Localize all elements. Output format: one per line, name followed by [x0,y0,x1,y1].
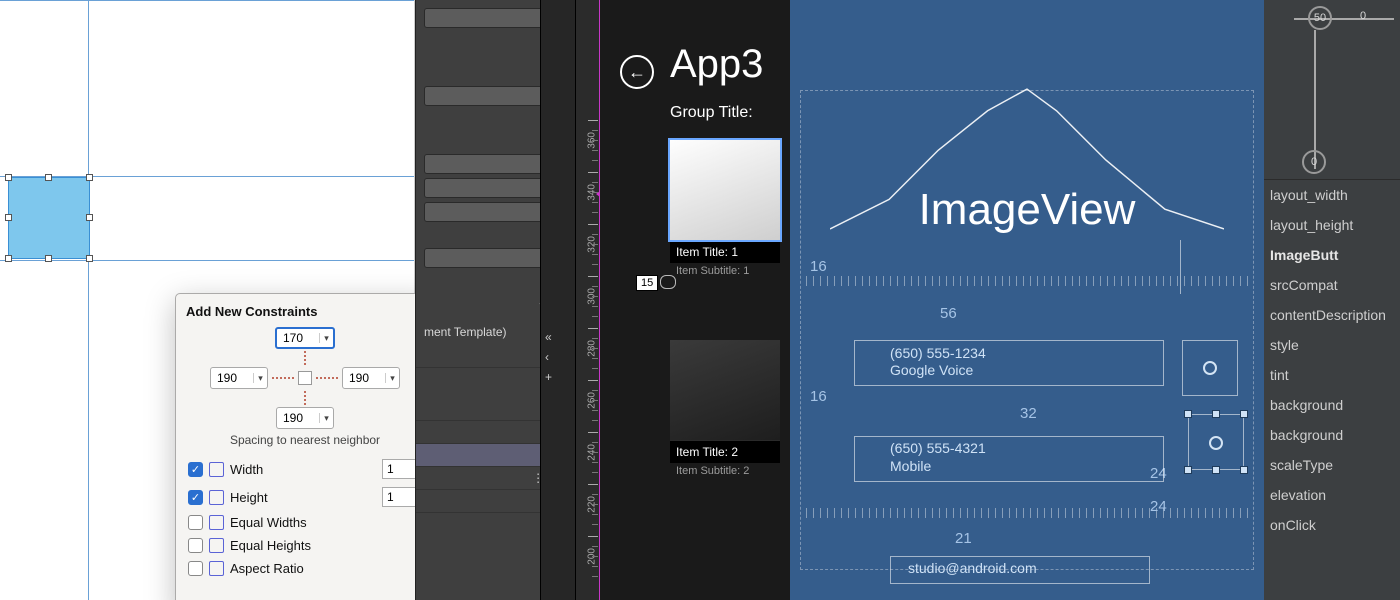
widget-subtext: Google Voice [890,362,973,378]
constraint-left-field[interactable]: ▾ [210,367,268,389]
constraint-top-input[interactable] [277,331,319,345]
list-item[interactable]: Item Title: 2 Item Subtitle: 2 [670,340,780,483]
imageview-label: ImageView [790,185,1264,235]
height-value[interactable] [382,487,415,507]
measure-label: 21 [955,530,972,547]
constraint-anchor[interactable] [1209,436,1223,450]
item-title: Item Title: 1 [670,240,780,263]
widget-text: (650) 555-1234 [890,345,986,361]
width-icon [209,462,224,477]
attribute-row[interactable]: elevation [1264,480,1400,510]
popover-caption: Spacing to nearest neighbor [230,433,380,447]
equal-widths-icon [209,515,224,530]
app-title: App3 [670,42,763,87]
attribute-row[interactable]: tint [1264,360,1400,390]
vertical-ruler: « ‹ + 360340320300280260240220200 [540,0,600,600]
resize-handle[interactable] [86,174,93,181]
resize-handle[interactable] [5,255,12,262]
aspect-ratio-checkbox[interactable] [188,561,203,576]
attribute-row[interactable]: layout_height [1264,210,1400,240]
equal-widths-checkbox[interactable] [188,515,203,530]
attributes-panel: 50 0 0 layout_width layout_height ImageB… [1264,0,1400,600]
attribute-row[interactable]: srcCompat [1264,270,1400,300]
resize-handle[interactable] [45,255,52,262]
add-constraints-popover: Add New Constraints ▾ ▾ ▾ [175,293,415,600]
equal-heights-checkbox[interactable] [188,538,203,553]
ruler-tool-icon[interactable]: + [545,370,552,384]
attribute-group: ImageButt [1264,240,1400,270]
item-thumbnail [670,340,780,440]
resize-handle[interactable] [5,214,12,221]
widget-text: studio@android.com [908,560,1037,576]
aspect-ratio-icon [209,561,224,576]
link-icon[interactable] [660,275,676,289]
attribute-row[interactable]: style [1264,330,1400,360]
bias-slider-thumb[interactable]: 50 [1308,6,1332,30]
height-icon [209,490,224,505]
attribute-row[interactable]: scaleType [1264,450,1400,480]
constraint-top-field[interactable]: ▾ [275,327,335,349]
constraint-right-field[interactable]: ▾ [342,367,400,389]
bias-slider-thumb[interactable]: 0 [1302,150,1326,174]
width-checkbox[interactable]: ✓ [188,462,203,477]
constraint-bottom-field[interactable]: ▾ [276,407,334,429]
ruler-tool-icon[interactable]: « [545,330,552,344]
blueprint-widget [1180,240,1240,294]
attribute-row[interactable]: contentDescription [1264,300,1400,330]
attribute-row[interactable]: background [1264,390,1400,420]
group-title: Group Title: [670,104,753,122]
item-thumbnail [670,140,780,240]
bias-value: 0 [1360,10,1366,22]
measure-label: 16 [810,258,827,275]
equal-heights-label: Equal Heights [230,538,311,553]
item-title: Item Title: 2 [670,440,780,463]
resize-handle[interactable] [86,214,93,221]
list-item[interactable]: Item Title: 1 Item Subtitle: 1 [670,140,780,283]
item-subtitle: Item Subtitle: 2 [670,463,780,483]
constraint-chain [800,508,1254,518]
resize-handle[interactable] [86,255,93,262]
width-value[interactable] [382,459,415,479]
resize-handle[interactable] [45,174,52,181]
widget-subtext: Mobile [890,458,931,474]
equal-heights-icon [209,538,224,553]
attribute-row[interactable]: background [1264,420,1400,450]
height-label: Height [230,490,268,505]
back-button[interactable]: ← [620,55,654,89]
resize-handle[interactable] [5,174,12,181]
attribute-row[interactable]: onClick [1264,510,1400,540]
constraint-center-icon [298,371,312,385]
widget-text: (650) 555-4321 [890,440,986,456]
height-checkbox[interactable]: ✓ [188,490,203,505]
popover-title: Add New Constraints [186,304,415,319]
constraint-anchor[interactable] [1203,361,1217,375]
measure-label: 24 [1150,498,1167,515]
width-label: Width [230,462,263,477]
item-subtitle: Item Subtitle: 1 [670,263,780,283]
measure-label: 56 [940,305,957,322]
attribute-row[interactable]: layout_width [1264,180,1400,210]
selected-view[interactable] [8,177,90,259]
constraint-bias-widget[interactable]: 50 0 0 [1264,0,1400,180]
margin-badge: 15 [636,275,658,291]
equal-widths-label: Equal Widths [230,515,307,530]
measure-label: 16 [810,388,827,405]
xcode-canvas-pane: Add New Constraints ▾ ▾ ▾ [0,0,415,600]
android-blueprint[interactable]: ImageView 16 56 16 32 24 24 21 (650) 555… [790,0,1264,600]
aspect-ratio-label: Aspect Ratio [230,561,304,576]
ruler-tool-icon[interactable]: ‹ [545,350,552,364]
windows-app-preview: ← App3 Group Title: Item Title: 1 Item S… [600,0,790,600]
measure-label: 32 [1020,405,1037,422]
